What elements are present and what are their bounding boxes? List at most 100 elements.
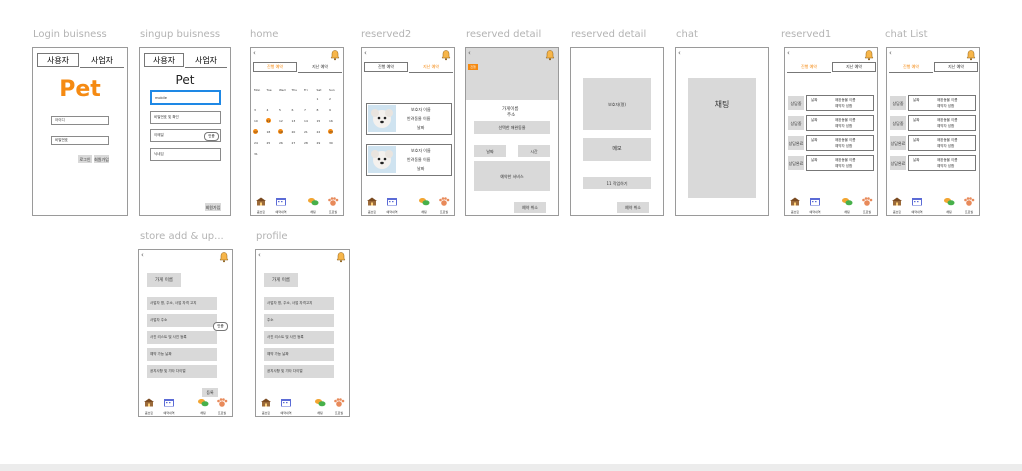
nav-reservations[interactable]: 예약내역 — [805, 191, 825, 214]
form-field[interactable]: 사업자 명, 주소, 사업 자격고지 — [264, 297, 334, 310]
calendar-day[interactable]: 16 — [329, 119, 333, 123]
calendar-day[interactable]: 10 — [254, 119, 258, 123]
form-field[interactable]: 주소 — [264, 314, 334, 327]
nav-chat[interactable]: 채팅 — [303, 191, 323, 214]
calendar-day[interactable]: 6 — [292, 108, 294, 112]
nav-profile[interactable]: 프로필 — [959, 191, 979, 214]
nav-reservations[interactable]: 예약내역 — [382, 191, 402, 214]
calendar-day[interactable]: 19 — [279, 130, 283, 134]
frame-label-reserved1[interactable]: reserved1 — [781, 29, 831, 40]
calendar-day[interactable]: 13 — [292, 119, 296, 123]
frame-label-home[interactable]: home — [250, 29, 278, 40]
tab-current-reservations[interactable]: 진행 예약 — [364, 62, 408, 72]
nav-store[interactable]: 콤브린 — [251, 191, 271, 214]
store-add-frame[interactable]: ‹ 가게 이름 사업자 명, 주소, 사업 자격 고지 사업자 주소 사진 리스트 … — [138, 249, 233, 417]
form-field[interactable]: 공지사항 및 기타 다이얼 — [264, 365, 334, 378]
calendar-day[interactable]: 20 — [292, 130, 296, 134]
list-item[interactable]: 날짜 애완동물 이름 예약자 성함 — [908, 155, 976, 171]
form-field[interactable]: 사업자 명, 주소, 사업 자격 고지 — [147, 297, 217, 310]
password-confirm-field[interactable]: 비밀번호 및 확인 — [150, 111, 221, 124]
calendar-day[interactable]: 2 — [329, 97, 331, 101]
tab-current-reservations[interactable]: 진행 예약 — [889, 62, 933, 73]
list-item[interactable]: 날짜 애완동물 이름 예약자 성함 — [908, 135, 976, 151]
form-field[interactable]: 사진 리스트 및 사진 등록 — [264, 331, 334, 344]
calendar-day[interactable]: 8 — [317, 108, 319, 112]
form-field[interactable]: 공지사항 및 기타 다이얼 — [147, 365, 217, 378]
reserved-detail-frame-2[interactable]: 보호자(명) 메모 11 작업하기 예약 취소 — [570, 47, 664, 216]
bell-icon[interactable] — [544, 49, 556, 61]
list-item[interactable]: 날짜 애완동물 이름 예약자 성함 — [908, 115, 976, 131]
list-item[interactable]: 날짜 애완동물 이름 예약자 성함 — [806, 135, 874, 151]
tab-past-reservations[interactable]: 지난 예약 — [298, 62, 342, 73]
form-field[interactable]: 예약 가능 날짜 — [147, 348, 217, 361]
calendar-day[interactable]: 4 — [267, 108, 269, 112]
reserved2-frame[interactable]: ‹ 진행 예약 지난 예약 보호자 이름 반려동물 이름 날짜 보호자 이름 반… — [361, 47, 455, 216]
mobile-field[interactable]: mobile — [150, 90, 221, 105]
calendar-day[interactable]: 5 — [279, 108, 281, 112]
reservation-card[interactable]: 보호자 이름 반려동물 이름 날짜 — [366, 144, 452, 176]
memo-box[interactable]: 메모 — [583, 138, 651, 161]
frame-label-chat-list[interactable]: chat List — [885, 29, 928, 40]
tab-current-reservations[interactable]: 진행 예약 — [253, 62, 297, 72]
back-icon[interactable]: ‹ — [364, 49, 367, 57]
calendar[interactable]: Mon Tue Wed Thu Fri Sat Sun 1 2 3 4 5 6 7 8 9 10 11 12 13 14… — [253, 88, 341, 168]
password-input[interactable]: 비밀번호 — [51, 136, 109, 145]
nav-store[interactable]: 콤브린 — [139, 392, 159, 415]
tab-user[interactable]: 사용자 — [144, 53, 184, 67]
home-frame[interactable]: ‹ 진행 예약 지난 예약 Mon Tue Wed Thu Fri Sat Sun 1 2 3 4 5… — [250, 47, 344, 216]
calendar-day[interactable]: 7 — [304, 108, 306, 112]
frame-label-signup[interactable]: singup buisness — [140, 29, 220, 40]
nav-profile[interactable]: 프로필 — [434, 191, 454, 214]
calendar-day[interactable]: 28 — [304, 141, 308, 145]
frame-label-login[interactable]: Login buisness — [33, 29, 107, 40]
tab-past-reservations[interactable]: 지난 예약 — [409, 62, 453, 73]
nav-store[interactable]: 콤브린 — [785, 191, 805, 214]
calendar-day[interactable]: 30 — [329, 141, 333, 145]
tab-current-reservations[interactable]: 진행 예약 — [787, 62, 831, 73]
bell-icon[interactable] — [335, 251, 347, 263]
calendar-day[interactable]: 25 — [267, 141, 271, 145]
frame-label-reserved-detail-1[interactable]: reserved detail — [466, 29, 541, 40]
calendar-day[interactable]: 11 — [267, 119, 271, 123]
calendar-day[interactable]: 12 — [279, 119, 283, 123]
calendar-day[interactable]: 21 — [304, 130, 308, 134]
date-button[interactable]: 날짜 — [474, 145, 506, 157]
reserved1-frame[interactable]: ‹ 진행 예약 지난 예약 상담중 날짜 애완동물 이름 예약자 성함 상담중 날짜 애완동… — [784, 47, 878, 216]
nav-reservations[interactable]: 예약내역 — [159, 392, 179, 415]
calendar-day[interactable]: 15 — [317, 119, 321, 123]
calendar-day[interactable]: 24 — [254, 141, 258, 145]
nav-chat[interactable]: 채팅 — [193, 392, 213, 415]
tab-past-reservations[interactable]: 지난 예약 — [934, 62, 978, 72]
calendar-day[interactable]: 1 — [317, 97, 319, 101]
address-verify-button[interactable]: 인증 — [213, 322, 228, 331]
calendar-day[interactable]: 18 — [267, 130, 271, 134]
frame-label-reserved-detail-2[interactable]: reserved detail — [571, 29, 646, 40]
cancel-reservation-button[interactable]: 예약 취소 — [514, 202, 546, 213]
reserved-service-button[interactable]: 예약한 서비스 — [474, 161, 550, 191]
nav-store[interactable]: 콤브린 — [887, 191, 907, 214]
tab-past-reservations[interactable]: 지난 예약 — [832, 62, 876, 72]
signup-submit-button[interactable]: 회원가입 — [205, 203, 221, 211]
calendar-day[interactable]: 23 — [329, 130, 333, 134]
tab-business[interactable]: 사업자 — [185, 53, 227, 68]
back-icon[interactable]: ‹ — [678, 49, 681, 57]
list-item[interactable]: 날짜 애완동물 이름 예약자 성함 — [908, 95, 976, 111]
back-icon[interactable]: ‹ — [141, 251, 144, 259]
nav-profile[interactable]: 프로필 — [323, 191, 343, 214]
calendar-day[interactable]: 31 — [254, 152, 258, 156]
signup-button[interactable]: 회원가입 — [94, 155, 109, 163]
nav-store[interactable]: 콤브린 — [256, 392, 276, 415]
cancel-reservation-button[interactable]: 예약 취소 — [617, 202, 649, 213]
list-item[interactable]: 날짜 애완동물 이름 예약자 성함 — [806, 95, 874, 111]
nav-chat[interactable]: 채팅 — [939, 191, 959, 214]
nav-chat[interactable]: 채팅 — [310, 392, 330, 415]
back-icon[interactable]: ‹ — [253, 49, 256, 57]
back-icon[interactable]: ‹ — [889, 49, 892, 57]
frame-label-reserved2[interactable]: reserved2 — [361, 29, 411, 40]
frame-label-chat[interactable]: chat — [676, 29, 698, 40]
form-field[interactable]: 사업자 주소 — [147, 314, 217, 327]
reserved-detail-frame-1[interactable]: ‹ 진행 가게이름 주소 선택한 애완동물 날짜 시간 예약한 서비스 예약 취… — [465, 47, 559, 216]
nickname-field[interactable]: 닉네임 — [150, 148, 221, 161]
profile-frame[interactable]: ‹ 가게 이름 사업자 명, 주소, 사업 자격고지 주소 사진 리스트 및 사진 … — [255, 249, 350, 417]
login-frame[interactable]: 사용자 사업자 Pet 아이디 비밀번호 로그인 회원가입 — [32, 47, 128, 216]
